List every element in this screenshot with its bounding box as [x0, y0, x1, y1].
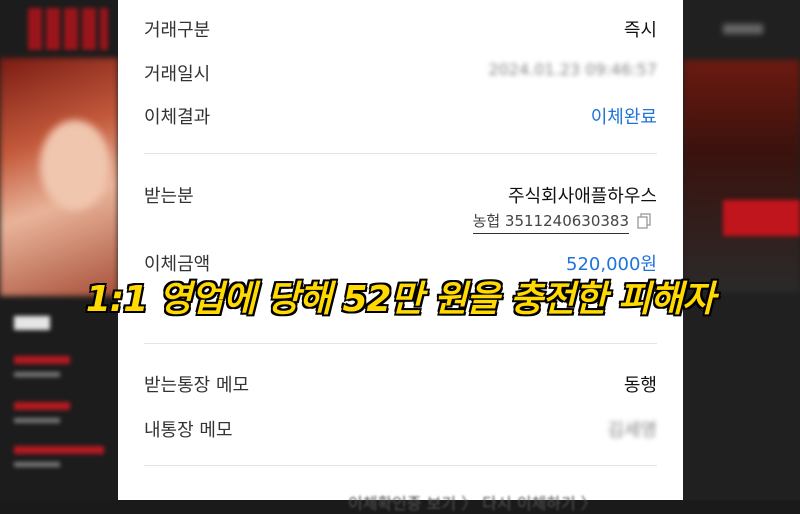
site-menu-subtext [14, 418, 60, 423]
transfer-date-label: 거래일시 [144, 64, 211, 85]
site-menu-item [14, 402, 70, 410]
section-divider [144, 153, 657, 154]
transfer-date-value: 2024.01.23 09:46:57 [488, 60, 657, 79]
transfer-result-row: 이체결과 이체완료 [144, 103, 657, 129]
my-memo-label: 내통장 메모 [144, 420, 233, 441]
transfer-receipt-panel: 거래구분 즉시 거래일시 2024.01.23 09:46:57 이체결과 이체… [118, 0, 683, 513]
site-red-button [723, 200, 800, 236]
site-scene-image [683, 60, 800, 292]
banner-person-image [40, 120, 110, 210]
background-site-right [683, 0, 800, 500]
site-menu-subtext [14, 462, 60, 467]
site-menu-subtext [14, 372, 60, 377]
transfer-type-row: 거래구분 즉시 [144, 16, 657, 42]
section-divider [144, 465, 657, 466]
site-menu-item [14, 356, 70, 364]
transfer-type-value: 즉시 [623, 20, 657, 41]
transfer-type-label: 거래구분 [144, 20, 211, 41]
copy-icon[interactable] [637, 213, 651, 229]
recipient-row: 받는분 주식회사애플하우스 [144, 182, 657, 208]
transfer-date-row: 거래일시 2024.01.23 09:46:57 [144, 60, 657, 86]
section-divider [144, 343, 657, 344]
site-menu-item [14, 446, 104, 454]
site-top-nav [723, 24, 763, 34]
transfer-result-label: 이체결과 [144, 107, 211, 128]
footer-links-partial[interactable]: 이체확인증 보기 〉 다시 이체하기 〉 [348, 490, 597, 514]
recipient-name: 주식회사애플하우스 [507, 186, 657, 207]
site-logo [28, 8, 108, 50]
my-memo-row: 내통장 메모 김세영 [144, 416, 657, 442]
news-caption: 1:1 영업에 당해 52만 원을 충전한 피해자 [84, 278, 716, 322]
recipient-memo-label: 받는통장 메모 [144, 375, 250, 396]
recipient-account[interactable]: 농협 3511240630383 [472, 210, 629, 234]
my-memo-value: 김세영 [607, 420, 657, 441]
recipient-memo-value: 동행 [623, 375, 657, 396]
background-site-left [0, 0, 118, 500]
recipient-label: 받는분 [144, 186, 194, 207]
transfer-result-value: 이체완료 [590, 107, 657, 128]
recipient-memo-row: 받는통장 메모 동행 [144, 371, 657, 397]
